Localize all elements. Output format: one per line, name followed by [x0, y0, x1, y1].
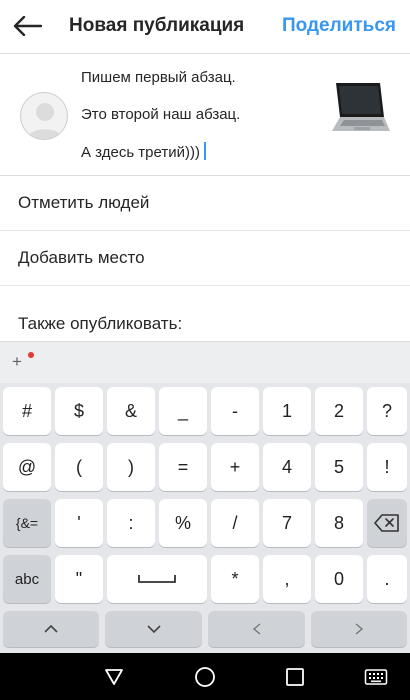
caption-paragraph-3: А здесь третий)))	[81, 142, 316, 179]
key[interactable]: 4	[263, 443, 311, 491]
user-placeholder-icon	[27, 103, 63, 139]
tag-people-label: Отметить людей	[18, 193, 150, 212]
space-key[interactable]	[107, 555, 207, 603]
keyboard-toolbar: +	[0, 341, 410, 383]
keyboard-row-1: # $ & _ - 1 2 ?	[0, 387, 410, 437]
page-title: Новая публикация	[69, 15, 245, 36]
key[interactable]: $	[55, 387, 103, 435]
post-composer: Пишем первый абзац. Это второй наш абзац…	[0, 55, 410, 176]
post-thumbnail[interactable]	[330, 81, 392, 141]
cursor-right-key[interactable]	[311, 611, 407, 647]
back-triangle-icon[interactable]	[100, 663, 128, 691]
add-place-option[interactable]: Добавить место	[0, 232, 410, 286]
symbols-page-key[interactable]: {&=	[3, 499, 51, 547]
key[interactable]: !	[367, 443, 407, 491]
chevron-right-icon	[355, 623, 363, 635]
text-cursor	[203, 142, 206, 160]
add-place-label: Добавить место	[18, 248, 145, 267]
cursor-left-key[interactable]	[208, 611, 305, 647]
key[interactable]: ?	[367, 387, 407, 435]
key[interactable]: "	[55, 555, 103, 603]
key[interactable]: @	[3, 443, 51, 491]
also-publish-label: Также опубликовать:	[18, 314, 183, 333]
key[interactable]: *	[211, 555, 259, 603]
chevron-up-icon	[44, 625, 58, 633]
key[interactable]: 1	[263, 387, 311, 435]
laptop-image	[332, 83, 390, 131]
notification-dot	[28, 352, 34, 358]
key[interactable]: _	[159, 387, 207, 435]
key[interactable]: (	[55, 443, 103, 491]
caption-paragraph-3-text: А здесь третий)))	[81, 144, 200, 161]
key[interactable]: =	[159, 443, 207, 491]
caption-input[interactable]: Пишем первый абзац. Это второй наш абзац…	[81, 68, 316, 179]
key[interactable]: 8	[315, 499, 363, 547]
key[interactable]: .	[367, 555, 407, 603]
recents-square-icon[interactable]	[281, 663, 309, 691]
cursor-down-key[interactable]	[105, 611, 202, 647]
share-button[interactable]: Поделиться	[282, 15, 396, 37]
tag-people-option[interactable]: Отметить людей	[0, 177, 410, 231]
key[interactable]: +	[211, 443, 259, 491]
home-circle-icon[interactable]	[191, 663, 219, 691]
chevron-left-icon	[252, 623, 260, 635]
avatar	[20, 92, 68, 140]
system-navigation-bar	[0, 653, 410, 700]
keyboard-hide-icon[interactable]	[362, 663, 390, 691]
key[interactable]: &	[107, 387, 155, 435]
top-bar: Новая публикация Поделиться	[0, 0, 410, 54]
cursor-up-key[interactable]	[3, 611, 99, 647]
letters-page-key[interactable]: abc	[3, 555, 51, 603]
key[interactable]: '	[55, 499, 103, 547]
caption-paragraph-2: Это второй наш абзац.	[81, 106, 241, 123]
chevron-down-icon	[146, 625, 161, 633]
keyboard-add-button[interactable]: +	[12, 352, 22, 372]
key[interactable]: %	[159, 499, 207, 547]
keyboard-row-4: abc " * , 0 .	[0, 555, 410, 605]
key[interactable]: 0	[315, 555, 363, 603]
key[interactable]: -	[211, 387, 259, 435]
key[interactable]: 5	[315, 443, 363, 491]
keyboard-row-2: @ ( ) = + 4 5 !	[0, 443, 410, 493]
key[interactable]: )	[107, 443, 155, 491]
space-icon	[138, 575, 176, 583]
key[interactable]: :	[107, 499, 155, 547]
caption-paragraph-1: Пишем первый абзац.	[81, 69, 236, 86]
backspace-icon	[374, 514, 399, 532]
keyboard-row-3: {&= ' : % / 7 8	[0, 499, 410, 549]
key[interactable]: ,	[263, 555, 311, 603]
key[interactable]: 2	[315, 387, 363, 435]
backspace-key[interactable]	[367, 499, 407, 547]
key[interactable]: #	[3, 387, 51, 435]
symbols-keyboard: # $ & _ - 1 2 ? @ ( ) = + 4 5 ! {&= ' : …	[0, 383, 410, 653]
key[interactable]: /	[211, 499, 259, 547]
key[interactable]: 7	[263, 499, 311, 547]
back-arrow-icon[interactable]	[8, 6, 48, 46]
